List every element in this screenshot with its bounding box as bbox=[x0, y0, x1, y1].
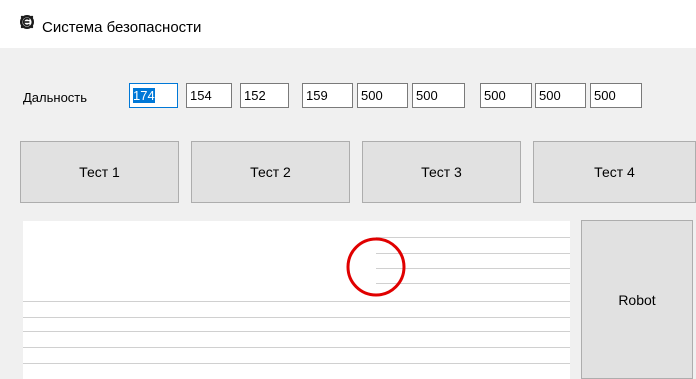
test-1-button[interactable]: Тест 1 bbox=[20, 141, 179, 203]
range-field-2[interactable]: 154 bbox=[186, 83, 232, 108]
range-field-1[interactable]: 174 bbox=[129, 83, 178, 108]
range-field-7[interactable]: 500 bbox=[480, 83, 532, 108]
main-panel: Дальность 174 154 152 159 500 500 500 50… bbox=[0, 48, 696, 379]
sensor-display bbox=[23, 221, 570, 379]
range-field-5[interactable]: 500 bbox=[357, 83, 408, 108]
window-title: Система безопасности bbox=[42, 19, 202, 36]
robot-button[interactable]: Robot bbox=[581, 220, 693, 379]
range-field-9[interactable]: 500 bbox=[590, 83, 642, 108]
sensor-display-canvas bbox=[23, 237, 570, 364]
range-lines-lower bbox=[23, 301, 570, 364]
title-bar: Система безопасности bbox=[0, 0, 696, 48]
test-4-button[interactable]: Тест 4 bbox=[533, 141, 696, 203]
range-field-6[interactable]: 500 bbox=[412, 83, 465, 108]
object-indicator-ring bbox=[346, 237, 406, 297]
app-emblem-icon bbox=[20, 15, 34, 29]
range-lines-upper bbox=[376, 237, 570, 284]
range-field-4[interactable]: 159 bbox=[302, 83, 353, 108]
range-field-8[interactable]: 500 bbox=[535, 83, 586, 108]
range-field-3[interactable]: 152 bbox=[240, 83, 289, 108]
test-3-button[interactable]: Тест 3 bbox=[362, 141, 521, 203]
range-label: Дальность bbox=[23, 90, 88, 105]
test-2-button[interactable]: Тест 2 bbox=[191, 141, 350, 203]
range-field-1-selection: 174 bbox=[133, 88, 155, 103]
